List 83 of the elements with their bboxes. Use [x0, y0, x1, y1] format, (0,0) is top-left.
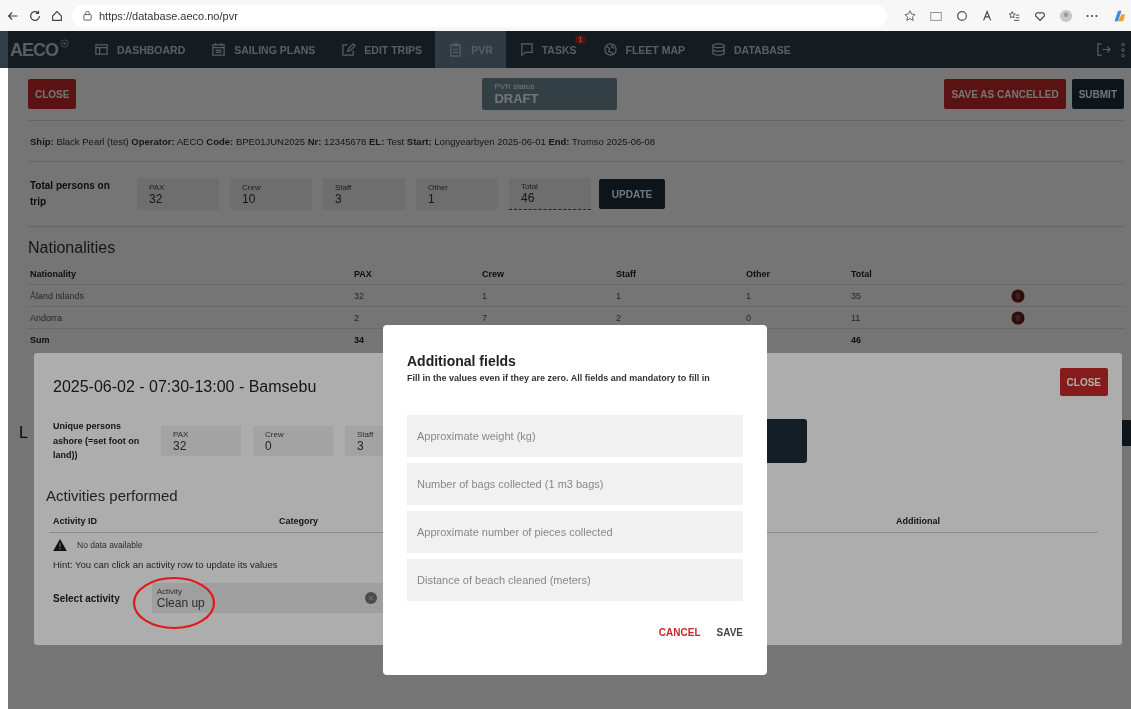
nav-tab[interactable]: EDIT TRIPS	[328, 31, 436, 68]
button[interactable]	[765, 419, 807, 463]
table-cell-text: Andorra	[30, 312, 64, 323]
number-field[interactable]: PAX 32	[161, 426, 241, 456]
dialog-title: 2025-06-02 - 07:30-13:00 - Bamsebu	[53, 378, 317, 396]
number-field[interactable]: Total 46	[509, 178, 591, 210]
table-cell-text: 1	[746, 290, 752, 301]
nav-tab[interactable]: TASKS 1	[505, 31, 590, 68]
favorites-icon[interactable]	[1007, 8, 1021, 23]
table-cell-text: 46	[851, 334, 862, 345]
table-cell-text: 7	[482, 312, 488, 323]
column-header: Total	[851, 268, 873, 279]
nav-tab[interactable]: DATABASE	[698, 31, 804, 68]
save-as-cancelled-button[interactable]: SAVE AS CANCELLED	[944, 79, 1066, 109]
table-cell-text: 34	[354, 334, 365, 345]
layout-icon	[94, 42, 109, 57]
input-field[interactable]: Number of bags collected (1 m3 bags)	[407, 463, 743, 505]
home-icon[interactable]	[50, 8, 64, 23]
delete-icon[interactable]	[1011, 288, 1025, 303]
nav-tab[interactable]: DASHBOARD	[81, 31, 199, 68]
table-cell-text: Sum	[30, 334, 51, 345]
nav-tab[interactable]: FLEET MAP	[589, 31, 699, 68]
trip-info: Ship: Black Pearl (test) Operator: AECO Code: BPE01JUN2025 Nr: 12345678 EL: Test Start: Longyearbyen 2025-06-01 End: Tromso 2025-06-08	[30, 135, 656, 147]
table-cell-text: Åland Islands	[30, 290, 86, 301]
totals-label: Total persons on trip	[30, 179, 111, 209]
persons-label: Unique persons ashore (=set foot on land))	[53, 420, 141, 463]
table-cell-text: 2	[354, 312, 360, 323]
column-header: Crew	[482, 268, 505, 279]
nav-tab[interactable]: SAILING PLANS	[198, 31, 329, 68]
calendar-icon	[211, 42, 227, 57]
delete-icon[interactable]	[1011, 310, 1025, 325]
chat-icon	[518, 42, 534, 57]
input-field[interactable]: Distance of beach cleaned (meters)	[407, 559, 743, 601]
logo-mark-icon	[60, 38, 69, 48]
close-button[interactable]: CLOSE	[1059, 368, 1108, 396]
hint-text: Hint: You can click an activity row to update its values	[53, 557, 279, 572]
table-cell-text: 2	[616, 312, 622, 323]
dialog-title: Additional fields	[407, 353, 517, 369]
clipboard-icon	[448, 42, 464, 57]
refresh-icon[interactable]	[28, 8, 42, 23]
table-cell-text: 1	[616, 290, 622, 301]
column-header: Category	[279, 516, 319, 526]
column-header: PAX	[354, 268, 373, 279]
lock-icon	[82, 10, 93, 21]
submit-button[interactable]: SUBMIT	[1071, 79, 1124, 109]
column-header: Activity ID	[53, 516, 98, 526]
globe-icon	[602, 42, 618, 57]
star-icon[interactable]	[903, 8, 917, 23]
column-header: Nationality	[30, 268, 77, 279]
clear-icon[interactable]	[364, 592, 377, 604]
table-cell-text: 32	[354, 290, 365, 301]
number-field[interactable]: Staff 3	[323, 178, 405, 210]
input-field[interactable]: Approximate number of pieces collected	[407, 511, 743, 553]
edit-icon	[341, 42, 357, 57]
save-button[interactable]: SAVE	[710, 623, 743, 642]
table-cell-text: 35	[851, 290, 862, 301]
section-heading: Nationalities	[28, 239, 117, 258]
column-header: Additional	[896, 516, 941, 526]
column-header: Other	[746, 268, 771, 279]
section-heading: Activities performed	[46, 487, 179, 504]
warning-icon	[53, 539, 67, 551]
update-button[interactable]: UPDATE	[599, 179, 665, 209]
table-cell-text: 11	[851, 312, 862, 323]
close-button[interactable]: CLOSE	[28, 79, 77, 109]
number-field[interactable]: Crew 0	[253, 426, 333, 456]
column-header: Staff	[616, 268, 637, 279]
logout-icon[interactable]	[1096, 42, 1111, 57]
number-field[interactable]: PAX 32	[137, 178, 219, 210]
profile-icon[interactable]	[1059, 8, 1073, 23]
table-cell-text: 1	[482, 290, 488, 301]
address-bar[interactable]: https://database.aeco.no/pvr	[72, 4, 887, 27]
table-cell-text: 0	[746, 312, 752, 323]
notification-badge: 1	[575, 35, 586, 44]
input-field[interactable]: Approximate weight (kg)	[407, 415, 743, 457]
number-field[interactable]: Other 1	[416, 178, 498, 210]
database-icon	[711, 42, 727, 57]
cancel-button[interactable]: CANCEL	[652, 623, 701, 642]
dialog-subtitle: Fill in the values even if they are zero. All fields and mandatory to fill in	[407, 373, 711, 383]
empty-message: No data available	[77, 540, 143, 550]
section-heading: L	[19, 424, 28, 442]
number-field[interactable]: Crew 10	[230, 178, 312, 210]
logo[interactable]: AECO	[10, 38, 58, 61]
select-label: Select activity	[53, 592, 120, 604]
